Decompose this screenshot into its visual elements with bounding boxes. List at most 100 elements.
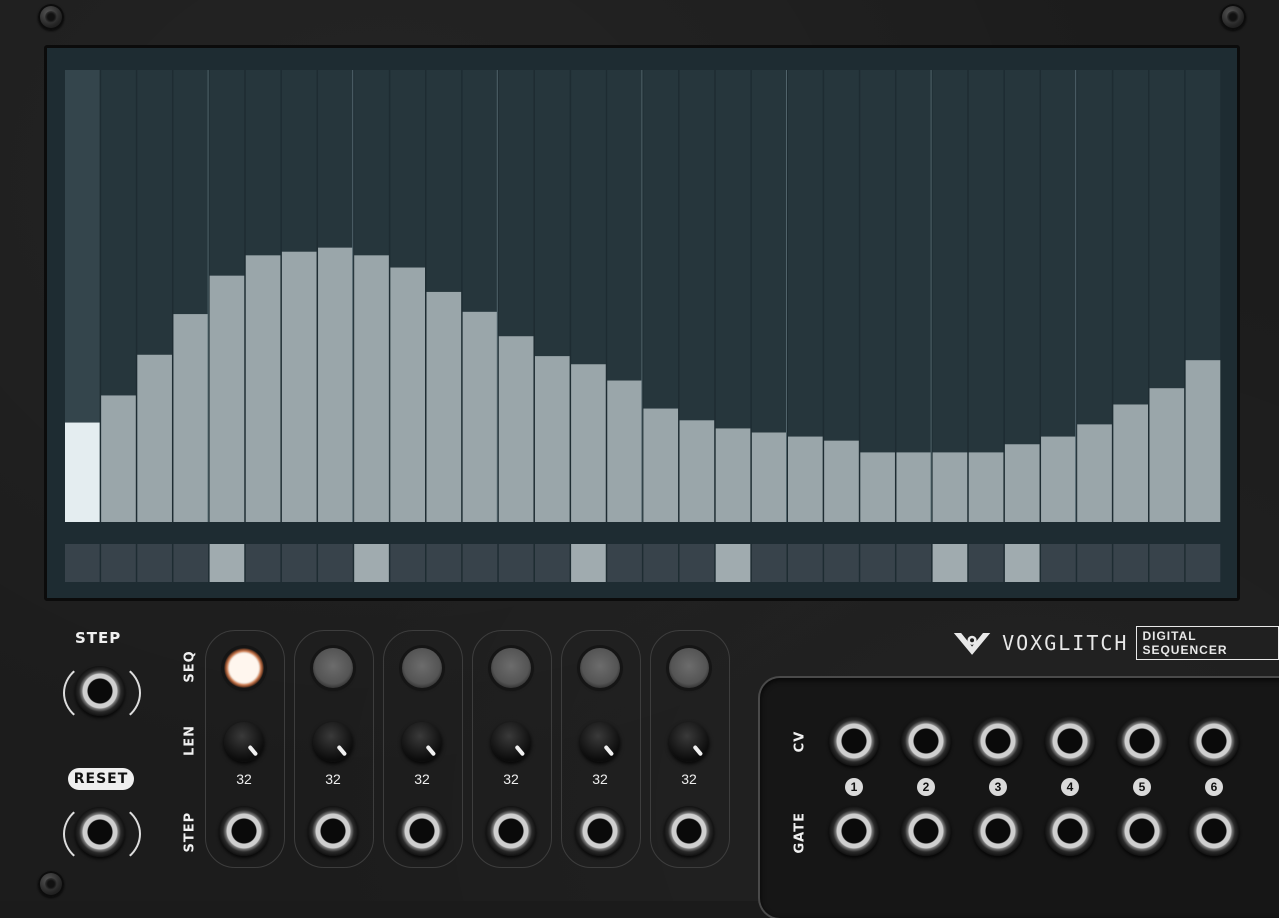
cv-bar-23[interactable] [860, 452, 895, 522]
gate-cell-3[interactable] [137, 544, 172, 582]
cv-bar-28[interactable] [1041, 436, 1076, 522]
cv-bar-27[interactable] [1004, 444, 1040, 522]
cv-bar-8[interactable] [318, 247, 353, 523]
gate-cell-2[interactable] [101, 544, 136, 582]
cv-bar-18[interactable] [679, 420, 715, 522]
gate-cell-31[interactable] [1149, 544, 1185, 582]
gate-cell-19[interactable] [715, 544, 751, 582]
channel-5-step-input-jack[interactable] [575, 806, 625, 856]
gate-output-2-jack[interactable] [901, 806, 951, 856]
gate-cell-21[interactable] [788, 544, 823, 582]
gate-cell-13[interactable] [498, 544, 534, 582]
channel-2-select-button[interactable] [313, 648, 353, 688]
step-input-jack[interactable] [75, 666, 125, 716]
sequencer-display[interactable] [44, 45, 1240, 601]
gate-cell-23[interactable] [860, 544, 895, 582]
channel-3-step-input-jack[interactable] [397, 806, 447, 856]
gate-output-1-jack[interactable] [829, 806, 879, 856]
channel-2-step-input-jack[interactable] [308, 806, 358, 856]
cv-output-2-jack[interactable] [901, 716, 951, 766]
cv-bar-15[interactable] [571, 364, 606, 522]
gate-cell-9[interactable] [354, 544, 389, 582]
output-number-5: 5 [1133, 778, 1151, 796]
channel-1-step-input-jack[interactable] [219, 806, 269, 856]
cv-bar-13[interactable] [498, 336, 534, 522]
cv-bar-26[interactable] [968, 452, 1004, 522]
gate-output-3-jack[interactable] [973, 806, 1023, 856]
cv-bar-1[interactable] [65, 422, 100, 522]
channel-3-length-knob[interactable] [402, 722, 442, 762]
cv-bar-17[interactable] [643, 408, 679, 522]
gate-cell-10[interactable] [390, 544, 425, 582]
gate-cell-4[interactable] [173, 544, 209, 582]
cv-output-6-jack[interactable] [1189, 716, 1239, 766]
gate-cell-1[interactable] [65, 544, 100, 582]
gate-cell-16[interactable] [607, 544, 642, 582]
cv-bar-19[interactable] [715, 428, 751, 522]
cv-bar-2[interactable] [101, 395, 136, 522]
gate-cell-11[interactable] [426, 544, 462, 582]
channel-6-length-knob[interactable] [669, 722, 709, 762]
gate-cell-12[interactable] [462, 544, 498, 582]
cv-bar-9[interactable] [354, 255, 389, 522]
gate-cell-29[interactable] [1077, 544, 1112, 582]
channel-5-length-knob[interactable] [580, 722, 620, 762]
cv-bar-10[interactable] [390, 267, 425, 522]
reset-input-jack[interactable] [75, 807, 125, 857]
gate-cell-14[interactable] [534, 544, 570, 582]
channel-6-select-button[interactable] [669, 648, 709, 688]
gate-cell-26[interactable] [968, 544, 1004, 582]
gate-cell-27[interactable] [1004, 544, 1040, 582]
gate-cell-18[interactable] [679, 544, 715, 582]
cv-bar-20[interactable] [751, 432, 787, 522]
channel-1-length-knob[interactable] [224, 722, 264, 762]
voxglitch-v-logo-icon [953, 632, 991, 655]
cv-bar-14[interactable] [534, 356, 570, 522]
gate-cell-25[interactable] [932, 544, 968, 582]
cv-bar-11[interactable] [426, 291, 462, 522]
cv-bar-6[interactable] [245, 255, 281, 522]
cv-bar-4[interactable] [173, 314, 209, 522]
cv-bar-12[interactable] [462, 311, 498, 522]
gate-cell-5[interactable] [209, 544, 245, 582]
gate-cell-28[interactable] [1041, 544, 1076, 582]
gate-cell-6[interactable] [245, 544, 281, 582]
cv-bar-16[interactable] [607, 380, 642, 522]
channel-1-select-button[interactable] [224, 648, 264, 688]
cv-bar-32[interactable] [1185, 360, 1221, 522]
channel-6-step-input-jack[interactable] [664, 806, 714, 856]
cv-bar-3[interactable] [137, 354, 172, 522]
cv-bar-22[interactable] [824, 440, 859, 522]
gate-output-6-jack[interactable] [1189, 806, 1239, 856]
gate-cell-15[interactable] [571, 544, 606, 582]
sequencer-grid[interactable] [47, 48, 1237, 598]
cv-output-5-jack[interactable] [1117, 716, 1167, 766]
cv-output-1-jack[interactable] [829, 716, 879, 766]
cv-bar-25[interactable] [932, 452, 968, 522]
channel-5-select-button[interactable] [580, 648, 620, 688]
cv-bar-24[interactable] [896, 452, 932, 522]
gate-cell-7[interactable] [281, 544, 317, 582]
cv-bar-29[interactable] [1077, 424, 1112, 522]
channel-4-step-input-jack[interactable] [486, 806, 536, 856]
channel-4-length-knob[interactable] [491, 722, 531, 762]
gate-output-4-jack[interactable] [1045, 806, 1095, 856]
cv-output-4-jack[interactable] [1045, 716, 1095, 766]
gate-cell-24[interactable] [896, 544, 932, 582]
gate-cell-30[interactable] [1113, 544, 1148, 582]
cv-bar-21[interactable] [788, 436, 823, 522]
gate-cell-22[interactable] [824, 544, 859, 582]
gate-cell-8[interactable] [318, 544, 353, 582]
gate-cell-17[interactable] [643, 544, 679, 582]
channel-4-select-button[interactable] [491, 648, 531, 688]
cv-output-3-jack[interactable] [973, 716, 1023, 766]
cv-bar-5[interactable] [209, 275, 245, 522]
cv-bar-7[interactable] [281, 251, 317, 523]
cv-bar-30[interactable] [1113, 404, 1148, 522]
gate-cell-32[interactable] [1185, 544, 1221, 582]
channel-2-length-knob[interactable] [313, 722, 353, 762]
gate-output-5-jack[interactable] [1117, 806, 1167, 856]
gate-cell-20[interactable] [751, 544, 787, 582]
channel-3-select-button[interactable] [402, 648, 442, 688]
cv-bar-31[interactable] [1149, 388, 1185, 522]
